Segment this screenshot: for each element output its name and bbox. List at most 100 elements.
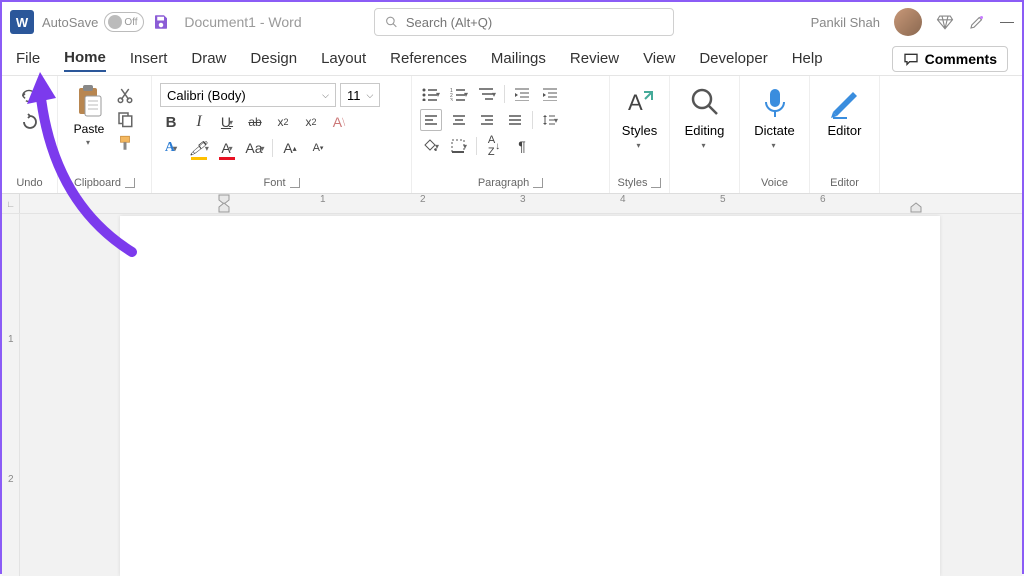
font-group: Calibri (Body)⌵ 11⌵ B I U▾ ab x2 x2 A⧹ A… bbox=[152, 76, 412, 193]
font-size-value: 11 bbox=[347, 88, 361, 103]
change-case-button[interactable]: Aa▾ bbox=[244, 137, 266, 159]
multilevel-button[interactable]: ▾ bbox=[476, 83, 498, 105]
tab-review[interactable]: Review bbox=[570, 46, 619, 71]
tab-developer[interactable]: Developer bbox=[699, 46, 767, 71]
align-center-button[interactable] bbox=[448, 109, 470, 131]
search-input[interactable] bbox=[406, 15, 663, 30]
justify-button[interactable] bbox=[504, 109, 526, 131]
right-indent-marker[interactable] bbox=[910, 202, 922, 213]
user-avatar[interactable] bbox=[894, 8, 922, 36]
tab-draw[interactable]: Draw bbox=[191, 46, 226, 71]
ruler-mark: 5 bbox=[720, 194, 726, 205]
tab-help[interactable]: Help bbox=[792, 46, 823, 71]
search-icon bbox=[385, 15, 398, 29]
show-marks-button[interactable]: ¶ bbox=[511, 135, 533, 157]
ruler-mark: 1 bbox=[320, 194, 326, 205]
tab-home[interactable]: Home bbox=[64, 45, 106, 72]
superscript-button[interactable]: x2 bbox=[300, 111, 322, 133]
premium-icon[interactable] bbox=[936, 13, 954, 31]
line-spacing-button[interactable]: ▾ bbox=[539, 109, 561, 131]
editing-button[interactable]: Editing ▾ bbox=[676, 80, 733, 150]
ruler-vertical[interactable]: 1 2 bbox=[2, 214, 20, 576]
repeat-button[interactable] bbox=[18, 112, 42, 132]
align-left-button[interactable] bbox=[420, 109, 442, 131]
cut-icon[interactable] bbox=[116, 86, 134, 104]
highlight-button[interactable]: 🖊▾ bbox=[188, 137, 210, 159]
autosave-toggle[interactable]: AutoSave Off bbox=[42, 12, 144, 32]
comments-button[interactable]: Comments bbox=[892, 46, 1008, 72]
voice-group: Dictate ▾ Voice bbox=[740, 76, 810, 193]
editing-group: Editing ▾ . bbox=[670, 76, 740, 193]
comments-label: Comments bbox=[925, 51, 997, 67]
tab-references[interactable]: References bbox=[390, 46, 467, 71]
decrease-indent-button[interactable] bbox=[511, 83, 533, 105]
editor-label: Editor bbox=[830, 177, 859, 189]
italic-button[interactable]: I bbox=[188, 111, 210, 133]
underline-button[interactable]: U▾ bbox=[216, 111, 238, 133]
pen-draw-icon[interactable] bbox=[968, 13, 986, 31]
save-icon[interactable] bbox=[152, 13, 170, 31]
ruler-horizontal[interactable]: ∟ 1 2 3 4 5 6 bbox=[2, 194, 1022, 214]
text-effects-button[interactable]: A▾ bbox=[160, 137, 182, 159]
tab-file[interactable]: File bbox=[16, 46, 40, 71]
ribbon-tabs: File Home Insert Draw Design Layout Refe… bbox=[2, 42, 1022, 76]
shrink-font-button[interactable]: A▾ bbox=[307, 137, 329, 159]
sort-button[interactable]: AZ↓ bbox=[483, 135, 505, 157]
numbering-button[interactable]: 123▾ bbox=[448, 83, 470, 105]
word-app-icon: W bbox=[10, 10, 34, 34]
chevron-down-icon: ▾ bbox=[636, 141, 640, 150]
shading-button[interactable]: ▾ bbox=[420, 135, 442, 157]
svg-text:3: 3 bbox=[450, 98, 453, 101]
indent-marker-bottom[interactable] bbox=[218, 202, 230, 213]
clipboard-launcher[interactable] bbox=[125, 178, 135, 188]
increase-indent-button[interactable] bbox=[539, 83, 561, 105]
document-page[interactable] bbox=[120, 216, 940, 576]
chevron-down-icon: ▾ bbox=[86, 138, 90, 147]
font-color-button[interactable]: A▾ bbox=[216, 137, 238, 159]
tab-layout[interactable]: Layout bbox=[321, 46, 366, 71]
font-name-select[interactable]: Calibri (Body)⌵ bbox=[160, 83, 336, 107]
tab-insert[interactable]: Insert bbox=[130, 46, 168, 71]
styles-button[interactable]: A Styles ▾ bbox=[616, 80, 663, 150]
borders-button[interactable]: ▾ bbox=[448, 135, 470, 157]
editor-button[interactable]: Editor bbox=[816, 80, 873, 138]
undo-button[interactable]: ▾ bbox=[18, 86, 42, 106]
copy-icon[interactable] bbox=[116, 110, 134, 128]
bold-button[interactable]: B bbox=[160, 111, 182, 133]
clear-format-button[interactable]: A⧹ bbox=[328, 111, 350, 133]
dictate-button[interactable]: Dictate ▾ bbox=[746, 80, 803, 150]
svg-text:A: A bbox=[628, 90, 643, 115]
paragraph-launcher[interactable] bbox=[533, 178, 543, 188]
align-right-button[interactable] bbox=[476, 109, 498, 131]
ruler-corner: ∟ bbox=[2, 194, 20, 213]
undo-body: ▾ bbox=[8, 80, 51, 132]
styles-launcher[interactable] bbox=[651, 178, 661, 188]
subscript-button[interactable]: x2 bbox=[272, 111, 294, 133]
strikethrough-button[interactable]: ab bbox=[244, 111, 266, 133]
clipboard-label: Clipboard bbox=[74, 177, 121, 189]
bullets-button[interactable]: ▾ bbox=[420, 83, 442, 105]
ruler-mark: 4 bbox=[620, 194, 626, 205]
toggle-thumb bbox=[108, 15, 122, 29]
document-title: Document1 - Word bbox=[184, 14, 301, 30]
search-box[interactable] bbox=[374, 8, 674, 36]
font-size-select[interactable]: 11⌵ bbox=[340, 83, 380, 107]
paste-button[interactable]: Paste ▾ bbox=[66, 84, 112, 147]
tab-view[interactable]: View bbox=[643, 46, 675, 71]
ruler-mark: 2 bbox=[420, 194, 426, 205]
paste-label: Paste bbox=[74, 122, 105, 136]
tab-design[interactable]: Design bbox=[250, 46, 297, 71]
font-launcher[interactable] bbox=[290, 178, 300, 188]
title-right: Pankil Shah bbox=[811, 8, 1014, 36]
autosave-label: AutoSave bbox=[42, 15, 98, 30]
vruler-mark: 2 bbox=[8, 474, 14, 485]
chevron-down-icon: ▾ bbox=[771, 141, 775, 150]
format-painter-icon[interactable] bbox=[116, 134, 134, 152]
toggle-track[interactable]: Off bbox=[104, 12, 144, 32]
tab-mailings[interactable]: Mailings bbox=[491, 46, 546, 71]
minimize-button[interactable] bbox=[1000, 22, 1014, 23]
font-name-value: Calibri (Body) bbox=[167, 88, 246, 103]
grow-font-button[interactable]: A▴ bbox=[279, 137, 301, 159]
paragraph-label: Paragraph bbox=[478, 177, 529, 189]
editor-group: Editor Editor bbox=[810, 76, 880, 193]
